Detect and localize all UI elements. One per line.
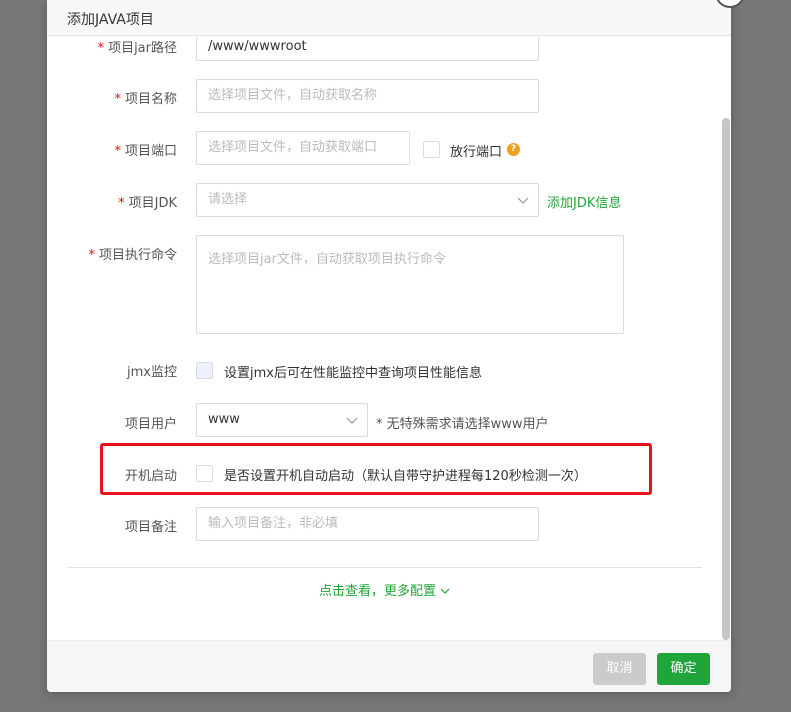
more-config-link[interactable]: 点击查看，更多配置 (319, 580, 450, 599)
user-select-value: www (208, 412, 240, 427)
project-port-input[interactable]: 选择项目文件，自动获取端口 (196, 131, 410, 165)
project-command-label: * 项目执行命令 (88, 248, 177, 263)
project-jdk-label: * 项目JDK (118, 196, 177, 211)
jmx-checkbox[interactable] (196, 362, 213, 379)
autostart-highlight-box (100, 443, 652, 495)
jar-path-value: /www/wwwroot (208, 39, 307, 54)
chevron-down-icon (440, 588, 450, 594)
release-port-checkbox[interactable] (423, 141, 440, 158)
help-icon[interactable]: ? (507, 143, 520, 156)
release-port-label: 放行端口 (450, 145, 503, 160)
project-port-label: * 项目端口 (114, 144, 177, 159)
dialog-title: 添加JAVA项目 (67, 12, 154, 28)
dialog-body: * 项目jar路径 /www/wwwroot * 项目名称 选择项目文件，自动获取名… (47, 37, 731, 640)
jdk-select-placeholder: 请选择 (208, 192, 248, 207)
project-user-label: 项目用户 (124, 417, 177, 432)
more-config-label: 点击查看，更多配置 (319, 584, 437, 599)
project-name-label: * 项目名称 (114, 92, 177, 107)
jdk-select[interactable]: 请选择 (196, 183, 539, 217)
project-name-input[interactable]: 选择项目文件，自动获取名称 (196, 79, 539, 113)
jar-path-label: * 项目jar路径 (97, 41, 177, 56)
chevron-down-icon (517, 197, 529, 204)
jmx-checkbox-label: 设置jmx后可在性能监控中查询项目性能信息 (224, 366, 482, 381)
jar-path-input[interactable]: /www/wwwroot (196, 37, 539, 61)
divider (68, 567, 702, 568)
add-jdk-link[interactable]: 添加JDK信息 (547, 192, 621, 211)
confirm-button[interactable]: 确定 (657, 653, 710, 685)
remark-input[interactable]: 输入项目备注，非必填 (196, 507, 539, 541)
add-java-project-dialog: 添加JAVA项目 * 项目jar路径 /www/wwwroot * 项目名称 选择项… (47, 0, 731, 692)
chevron-down-icon (346, 417, 358, 424)
dialog-footer: 取消 确定 (47, 640, 731, 692)
remark-label: 项目备注 (124, 520, 177, 535)
dialog-header: 添加JAVA项目 (47, 0, 731, 36)
user-select[interactable]: www (196, 403, 368, 437)
cancel-button[interactable]: 取消 (593, 653, 646, 685)
scrollbar[interactable] (722, 118, 730, 640)
user-hint: * 无特殊需求请选择www用户 (376, 417, 549, 432)
project-command-textarea[interactable]: 选择项目jar文件，自动获取项目执行命令 (196, 235, 624, 334)
jmx-label: jmx监控 (127, 365, 177, 380)
